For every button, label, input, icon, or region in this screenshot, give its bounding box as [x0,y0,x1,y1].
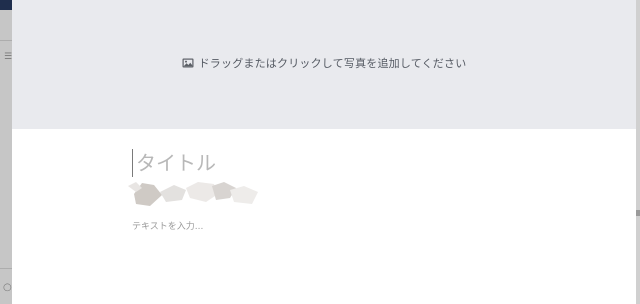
background-scroll-mark [636,210,640,216]
background-header-bar [0,0,12,10]
author-avatar-redacted [128,182,258,206]
body-text-input[interactable] [132,218,552,236]
background-list-icon: ☰ [4,52,13,62]
photo-upload-area[interactable]: ドラッグまたはクリックして写真を追加してください [12,0,636,129]
background-page-right [636,0,640,304]
background-divider [0,40,12,41]
background-page-left [0,0,12,304]
photo-upload-label: ドラッグまたはクリックして写真を追加してください [198,56,467,70]
background-circle-icon: ○ [3,282,12,293]
photo-upload-content: ドラッグまたはクリックして写真を追加してください [182,55,467,71]
background-divider [0,268,12,269]
image-icon [182,58,194,67]
title-input[interactable] [132,149,556,177]
post-editor-modal: ドラッグまたはクリックして写真を追加してください [12,0,636,304]
